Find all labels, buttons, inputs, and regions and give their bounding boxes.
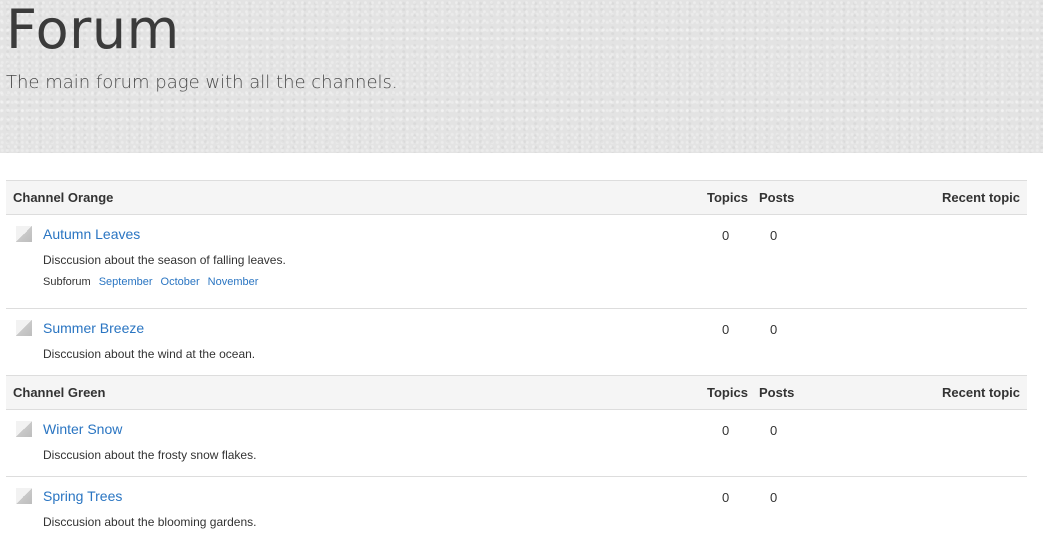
page-subtitle: The main forum page with all the channel… [6,72,398,93]
channel-name: Channel Orange [13,190,114,205]
posts-count: 0 [770,423,778,438]
forum-icon [16,421,32,437]
topics-column-header: Topics [707,190,748,205]
forum-row-winter-snow: Winter Snow Disccusion about the frosty … [6,410,1027,477]
forum-link-spring-trees[interactable]: Spring Trees [43,488,122,504]
posts-column-header: Posts [759,190,795,205]
subforum-link-november[interactable]: November [208,276,259,288]
forum-row-spring-trees: Spring Trees Disccusion about the bloomi… [6,477,1027,543]
recent-topic-column-header: Recent topic [941,385,1020,400]
page-header: Forum The main forum page with all the c… [0,0,1043,153]
forum-description: Disccusion about the season of falling l… [43,253,286,267]
forum-link-autumn-leaves[interactable]: Autumn Leaves [43,226,140,242]
topics-column-header: Topics [707,385,748,400]
forum-link-summer-breeze[interactable]: Summer Breeze [43,320,144,336]
channel-header-green: Channel Green Topics Posts Recent topic [6,375,1027,410]
forum-row-autumn-leaves: Autumn Leaves Disccusion about the seaso… [6,215,1027,309]
topics-count: 0 [722,423,730,438]
forum-row-summer-breeze: Summer Breeze Disccusion about the wind … [6,309,1027,375]
forum-description: Disccusion about the frosty snow flakes. [43,448,257,462]
forum-description: Disccusion about the blooming gardens. [43,515,257,529]
forum-icon [16,226,32,242]
forum-table: Channel Orange Topics Posts Recent topic… [6,180,1027,543]
topics-count: 0 [722,490,730,505]
channel-header-orange: Channel Orange Topics Posts Recent topic [6,180,1027,215]
forum-description: Disccusion about the wind at the ocean. [43,347,256,361]
page-title: Forum [6,0,180,61]
posts-count: 0 [770,490,778,505]
forum-icon [16,320,32,336]
subforum-link-september[interactable]: September [99,276,153,288]
posts-count: 0 [770,322,778,337]
forum-link-winter-snow[interactable]: Winter Snow [43,421,122,437]
forum-icon [16,488,32,504]
posts-count: 0 [770,228,778,243]
topics-count: 0 [722,322,730,337]
subforum-label: Subforum [43,276,91,288]
subforum-list: Subforum September October November [43,276,258,288]
posts-column-header: Posts [759,385,795,400]
topics-count: 0 [722,228,730,243]
recent-topic-column-header: Recent topic [941,190,1020,205]
subforum-link-october[interactable]: October [161,276,200,288]
channel-name: Channel Green [13,385,106,400]
